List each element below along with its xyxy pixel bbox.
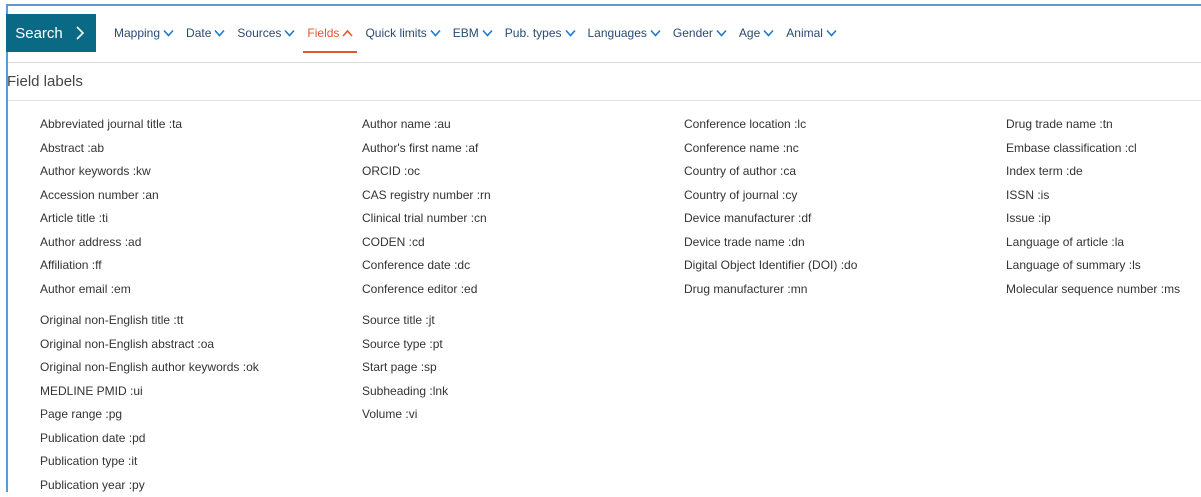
field-label-item: Issue :ip — [1006, 207, 1180, 231]
chevron-down-icon — [826, 29, 837, 37]
section-title: Field labels — [7, 73, 83, 90]
tab-label: Animal — [786, 26, 823, 40]
field-label-item: Clinical trial number :cn — [362, 207, 491, 231]
field-label-item: Subheading :lnk — [362, 380, 491, 404]
field-label-item: Language of summary :ls — [1006, 254, 1180, 278]
chevron-down-icon — [650, 29, 661, 37]
section-divider — [8, 100, 1201, 101]
field-column-2: Author name :auAuthor's first name :afOR… — [362, 113, 491, 427]
chevron-down-icon — [482, 29, 493, 37]
tab-sources[interactable]: Sources — [237, 14, 295, 52]
tabs-divider — [8, 62, 1201, 63]
field-label-item: Original non-English abstract :oa — [40, 333, 259, 357]
chevron-down-icon — [163, 29, 174, 37]
field-label-item: Abbreviated journal title :ta — [40, 113, 259, 137]
chevron-down-icon — [565, 29, 576, 37]
chevron-down-icon — [284, 29, 295, 37]
field-label-item: Affiliation :ff — [40, 254, 259, 278]
tab-label: Quick limits — [365, 26, 426, 40]
field-label-item: Publication date :pd — [40, 427, 259, 451]
tab-label: Fields — [307, 26, 339, 40]
field-label-item: Author email :em — [40, 278, 259, 302]
filter-tabs: Mapping Date Sources Fields Quick limits EBM P… — [114, 14, 849, 52]
field-label-item: Source type :pt — [362, 333, 491, 357]
field-label-item: Author address :ad — [40, 231, 259, 255]
field-label-item: Author keywords :kw — [40, 160, 259, 184]
chevron-up-icon — [342, 29, 353, 37]
field-label-item: Author name :au — [362, 113, 491, 137]
field-label-item: Country of author :ca — [684, 160, 857, 184]
field-label-item: MEDLINE PMID :ui — [40, 380, 259, 404]
field-column-3: Conference location :lcConference name :… — [684, 113, 857, 301]
group-gap — [40, 301, 259, 309]
field-label-item: Abstract :ab — [40, 137, 259, 161]
field-label-item: CODEN :cd — [362, 231, 491, 255]
tab-mapping[interactable]: Mapping — [114, 14, 174, 52]
chevron-down-icon — [430, 29, 441, 37]
tab-label: Languages — [588, 26, 647, 40]
tab-label: Mapping — [114, 26, 160, 40]
chevron-down-icon — [214, 29, 225, 37]
field-column-4: Drug trade name :tnEmbase classification… — [1006, 113, 1180, 301]
tab-fields[interactable]: Fields — [307, 14, 353, 52]
field-label-item: Page range :pg — [40, 403, 259, 427]
field-label-item: Accession number :an — [40, 184, 259, 208]
field-label-item: Molecular sequence number :ms — [1006, 278, 1180, 302]
search-button-label: Search — [15, 25, 63, 42]
chevron-down-icon — [716, 29, 727, 37]
tab-date[interactable]: Date — [186, 14, 225, 52]
field-label-item: Drug manufacturer :mn — [684, 278, 857, 302]
field-label-item: Publication type :it — [40, 450, 259, 474]
chevron-right-icon — [73, 26, 87, 40]
field-label-item: ISSN :is — [1006, 184, 1180, 208]
field-label-item: Original non-English title :tt — [40, 309, 259, 333]
field-label-item: Volume :vi — [362, 403, 491, 427]
field-column-1: Abbreviated journal title :taAbstract :a… — [40, 113, 259, 497]
search-button[interactable]: Search — [6, 14, 96, 52]
field-label-item: Source title :jt — [362, 309, 491, 333]
tab-label: Age — [739, 26, 760, 40]
tab-label: Date — [186, 26, 211, 40]
tab-pub-types[interactable]: Pub. types — [505, 14, 576, 52]
field-label-item: Original non-English author keywords :ok — [40, 356, 259, 380]
field-label-item: Author's first name :af — [362, 137, 491, 161]
field-label-item: Start page :sp — [362, 356, 491, 380]
tab-label: Gender — [673, 26, 713, 40]
field-label-item: Publication year :py — [40, 474, 259, 497]
field-label-item: Conference date :dc — [362, 254, 491, 278]
field-label-item: Index term :de — [1006, 160, 1180, 184]
tab-label: EBM — [453, 26, 479, 40]
tab-ebm[interactable]: EBM — [453, 14, 493, 52]
tab-age[interactable]: Age — [739, 14, 774, 52]
field-label-item: Device trade name :dn — [684, 231, 857, 255]
tab-label: Sources — [237, 26, 281, 40]
chevron-down-icon — [763, 29, 774, 37]
field-label-item: Device manufacturer :df — [684, 207, 857, 231]
group-gap — [362, 301, 491, 309]
tab-quick-limits[interactable]: Quick limits — [365, 14, 440, 52]
field-label-item: Conference name :nc — [684, 137, 857, 161]
tab-animal[interactable]: Animal — [786, 14, 837, 52]
field-label-item: ORCID :oc — [362, 160, 491, 184]
field-label-item: Embase classification :cl — [1006, 137, 1180, 161]
field-label-item: Language of article :la — [1006, 231, 1180, 255]
field-label-item: Article title :ti — [40, 207, 259, 231]
tab-gender[interactable]: Gender — [673, 14, 727, 52]
field-label-item: Country of journal :cy — [684, 184, 857, 208]
field-label-item: Conference location :lc — [684, 113, 857, 137]
field-label-item: CAS registry number :rn — [362, 184, 491, 208]
tab-languages[interactable]: Languages — [588, 14, 661, 52]
tab-label: Pub. types — [505, 26, 562, 40]
field-label-item: Digital Object Identifier (DOI) :do — [684, 254, 857, 278]
field-label-item: Drug trade name :tn — [1006, 113, 1180, 137]
top-navigation: Search Mapping Date Sources Fields Quick lim… — [6, 14, 849, 52]
field-label-item: Conference editor :ed — [362, 278, 491, 302]
